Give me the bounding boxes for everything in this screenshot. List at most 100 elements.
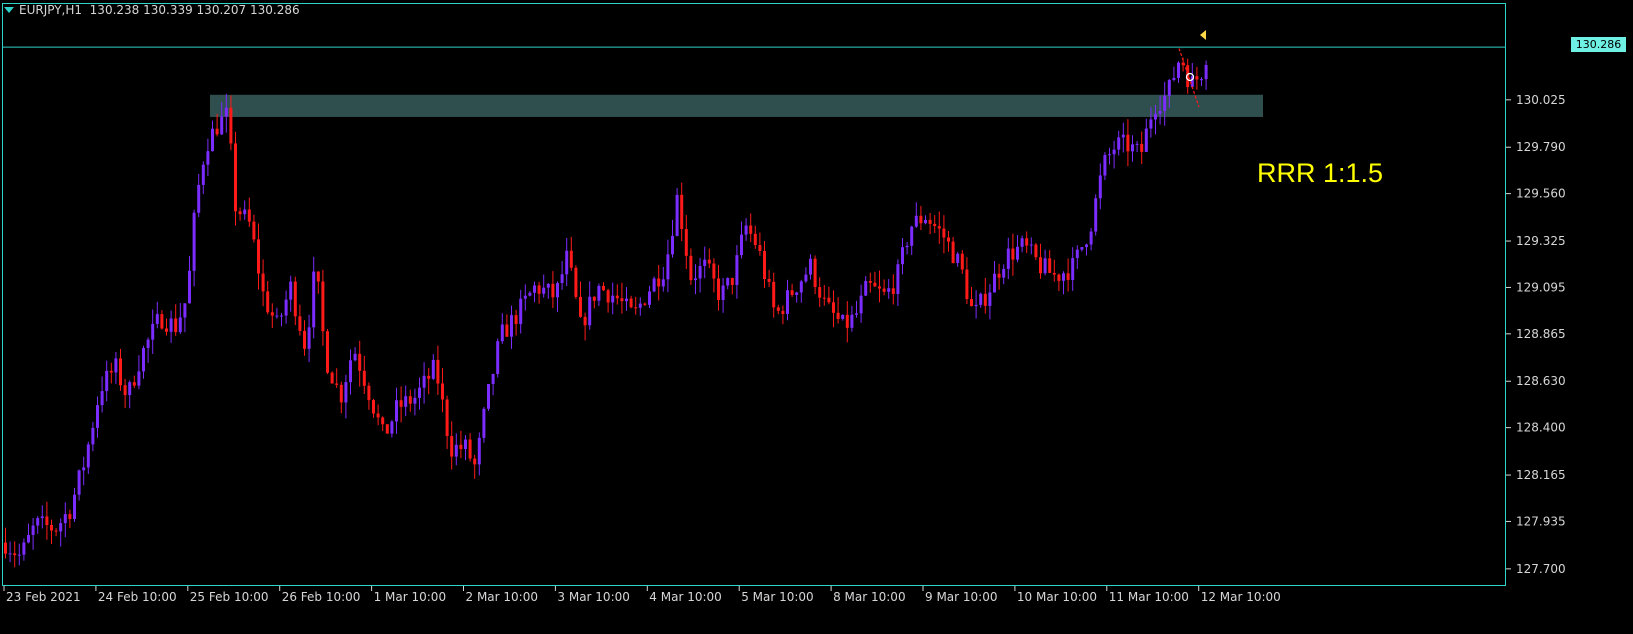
candle-body <box>1140 143 1144 152</box>
candle-body <box>574 267 578 297</box>
candle-body <box>928 219 932 224</box>
candle-body <box>965 269 969 300</box>
candle-body <box>970 299 973 307</box>
x-tick-label: 9 Mar 10:00 <box>925 590 998 604</box>
candle-body <box>1075 249 1079 259</box>
candle-body <box>132 382 136 386</box>
candle-body <box>602 285 605 291</box>
candle-body <box>675 194 679 236</box>
candle-body <box>781 310 785 314</box>
candle-body <box>832 302 835 313</box>
candle-body <box>261 273 265 292</box>
candle-body <box>45 516 49 526</box>
candle-body <box>487 384 490 409</box>
candle-body <box>730 278 734 285</box>
candle-body <box>257 239 260 274</box>
candle-body <box>519 298 523 325</box>
candle-body <box>252 221 256 240</box>
x-tick-label: 24 Feb 10:00 <box>98 590 177 604</box>
candle-body <box>436 359 440 384</box>
candle-body <box>514 315 518 325</box>
candle-body <box>859 295 863 314</box>
candle-body <box>395 400 398 422</box>
candle-body <box>638 303 642 308</box>
candle-body <box>362 370 366 386</box>
resistance-zone <box>210 94 1263 117</box>
candle-body <box>298 316 302 331</box>
candle-body <box>266 291 270 313</box>
chart-header: EURJPY,H1 130.238 130.339 130.207 130.28… <box>4 3 300 17</box>
candle-body <box>155 314 159 324</box>
candle-body <box>1126 134 1130 152</box>
candle-body <box>36 518 40 526</box>
candle-body <box>404 396 408 407</box>
candle-body <box>786 290 789 314</box>
y-tick-label: 127.935 <box>1516 514 1566 528</box>
candle-body <box>583 316 587 326</box>
candle-body <box>215 128 219 135</box>
candle-body <box>289 281 293 300</box>
candle-body <box>17 554 21 556</box>
candle-body <box>625 298 628 302</box>
candle-body <box>1085 244 1088 248</box>
candle-body <box>321 281 325 332</box>
candle-body <box>1200 79 1203 81</box>
candle-body <box>63 514 67 524</box>
candle-body <box>666 254 670 280</box>
candle-body <box>1177 62 1180 78</box>
candle-body <box>1002 268 1006 278</box>
candle-body <box>160 314 164 329</box>
chart-window[interactable]: 130.025 129.790 129.560 129.325 129.095 128.8… <box>0 0 1633 634</box>
candle-body <box>956 253 960 264</box>
candle-body <box>537 285 541 294</box>
candle-body <box>569 250 573 268</box>
candle-body <box>165 328 168 332</box>
candle-body <box>680 194 684 229</box>
candle-body <box>767 278 771 282</box>
candle-body <box>358 353 362 371</box>
candle-body <box>597 285 601 301</box>
candle-body <box>31 525 35 535</box>
candle-body <box>211 128 214 152</box>
candle-body <box>1167 79 1171 96</box>
rrr-annotation: RRR 1:1.5 <box>1257 158 1384 188</box>
candle-body <box>579 296 582 317</box>
candle-body <box>855 313 858 315</box>
candle-body <box>868 280 872 283</box>
candle-body <box>1043 258 1047 274</box>
candle-body <box>270 312 274 316</box>
candle-body <box>1066 273 1070 280</box>
candle-body <box>845 314 849 328</box>
candle-body <box>450 436 454 457</box>
candle-body <box>772 281 776 308</box>
candle-body <box>27 534 30 543</box>
candle-body <box>4 542 7 554</box>
candle-body <box>712 263 716 279</box>
candle-body <box>1135 143 1139 145</box>
candles-group <box>4 57 1208 568</box>
x-tick-label: 3 Mar 10:00 <box>557 590 630 604</box>
candle-body <box>464 439 467 450</box>
dropdown-triangle-icon[interactable] <box>4 7 14 13</box>
candle-body <box>588 296 592 326</box>
candle-body <box>726 278 730 286</box>
candle-body <box>123 385 127 396</box>
candle-body <box>8 553 12 555</box>
candle-body <box>850 314 854 328</box>
price-chart[interactable]: 130.025 129.790 129.560 129.325 129.095 128.8… <box>0 0 1633 634</box>
candle-body <box>1131 144 1134 152</box>
candle-body <box>657 278 661 287</box>
x-tick-label: 10 Mar 10:00 <box>1017 590 1097 604</box>
candle-body <box>979 293 983 305</box>
candle-body <box>671 235 674 255</box>
candle-body <box>546 283 550 288</box>
candle-body <box>560 274 564 284</box>
candle-body <box>799 281 803 293</box>
candle-body <box>399 400 403 407</box>
candle-body <box>330 372 334 384</box>
candle-body <box>947 237 950 242</box>
candle-body <box>1020 238 1024 247</box>
candle-body <box>795 292 799 295</box>
candle-body <box>901 247 904 265</box>
candle-body <box>988 292 992 306</box>
